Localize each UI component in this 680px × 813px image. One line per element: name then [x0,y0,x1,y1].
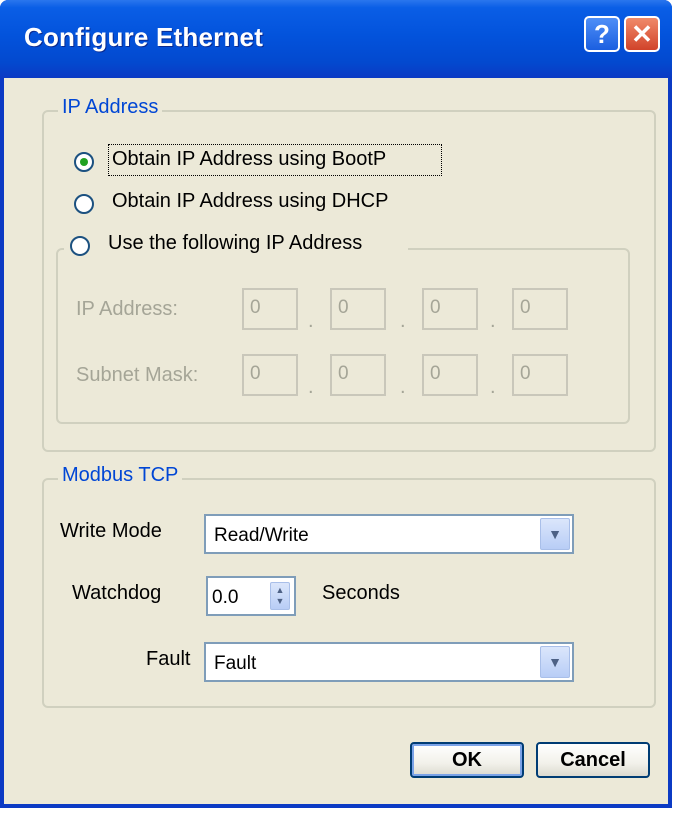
ip-octet-4[interactable]: 0 [512,288,568,330]
watchdog-spinner[interactable]: 0.0 ▲ ▼ [206,576,296,616]
radio-bootp-label[interactable]: Obtain IP Address using BootP [112,148,386,171]
subnet-octet-2[interactable]: 0 [330,354,386,396]
ip-separator: . [308,310,314,332]
spin-updown-icon[interactable]: ▲ ▼ [270,582,290,610]
cancel-button[interactable]: Cancel [536,742,650,778]
write-mode-value: Read/Write [214,525,309,546]
chevron-down-icon[interactable]: ▼ [540,646,570,678]
write-mode-select[interactable]: Read/Write ▼ [204,514,574,554]
fault-value: Fault [214,653,257,674]
dialog-title: Configure Ethernet [24,22,264,52]
ip-separator: . [490,310,496,332]
watchdog-value: 0.0 [212,587,239,608]
subnet-octet-4[interactable]: 0 [512,354,568,396]
static-ip-group [56,248,630,424]
subnet-separator: . [490,376,496,398]
watchdog-unit: Seconds [322,582,400,604]
subnet-separator: . [308,376,314,398]
radio-dhcp[interactable] [74,194,94,214]
help-button[interactable]: ? [584,16,620,52]
subnet-octet-3[interactable]: 0 [422,354,478,396]
radio-bootp[interactable] [74,152,94,172]
ip-octet-2[interactable]: 0 [330,288,386,330]
ip-address-group-label: IP Address [58,96,163,119]
fault-label: Fault [146,648,191,670]
radio-dhcp-label[interactable]: Obtain IP Address using DHCP [112,190,388,213]
title-bar[interactable]: Configure Ethernet ? ✕ [0,0,672,78]
ip-address-label: IP Address: [76,298,178,320]
dialog-body: IP Address Obtain IP Address using BootP… [4,78,668,804]
radio-static-ip-label[interactable]: Use the following IP Address [108,232,362,255]
ip-octet-1[interactable]: 0 [242,288,298,330]
radio-static-ip[interactable] [70,236,90,256]
help-icon: ? [594,18,610,49]
watchdog-label: Watchdog [72,582,162,604]
subnet-mask-label: Subnet Mask: [76,364,199,386]
fault-select[interactable]: Fault ▼ [204,642,574,682]
close-icon: ✕ [631,18,653,49]
ip-separator: . [400,310,406,332]
close-button[interactable]: ✕ [624,16,660,52]
write-mode-label: Write Mode [60,520,162,542]
chevron-down-icon[interactable]: ▼ [540,518,570,550]
modbus-tcp-group-label: Modbus TCP [58,464,183,487]
ok-button[interactable]: OK [410,742,524,778]
ip-octet-3[interactable]: 0 [422,288,478,330]
configure-ethernet-dialog: Configure Ethernet ? ✕ IP Address Obtain… [0,0,672,808]
subnet-separator: . [400,376,406,398]
subnet-octet-1[interactable]: 0 [242,354,298,396]
